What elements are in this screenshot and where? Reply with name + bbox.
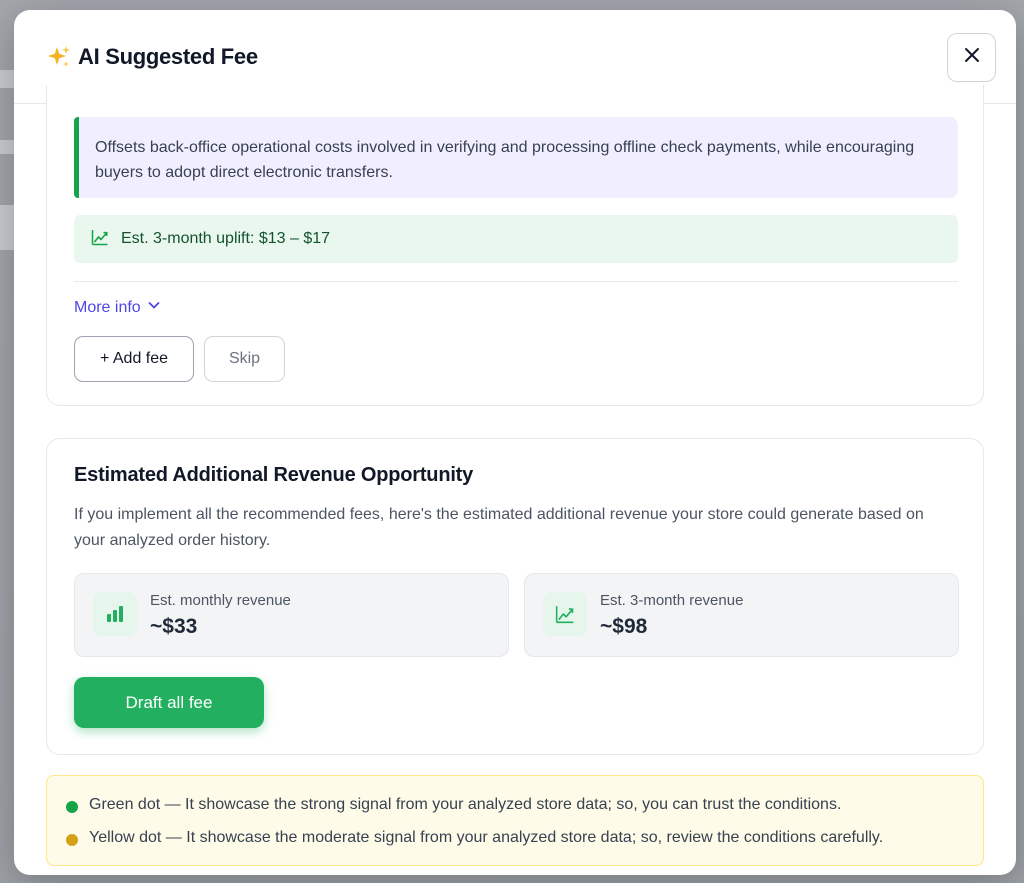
skip-button[interactable]: Skip (204, 336, 285, 382)
close-icon (964, 47, 980, 68)
legend-text: Yellow dot — It showcase the moderate si… (89, 829, 884, 846)
revenue-opportunity-card: Estimated Additional Revenue Opportunity… (46, 438, 984, 755)
uplift-banner: Est. 3-month uplift: $13 – $17 (74, 215, 958, 263)
uplift-text: Est. 3-month uplift: $13 – $17 (121, 230, 331, 247)
stat-value: ~$33 (150, 615, 198, 638)
fee-suggestion-card: Offsets back-office operational costs in… (46, 85, 984, 406)
sparkle-icon (46, 44, 72, 70)
legend-item-green: Green dot — It showcase the strong signa… (66, 794, 983, 816)
close-button[interactable] (947, 33, 996, 82)
yellow-dot-icon (66, 833, 78, 846)
more-info-label: More info (74, 298, 141, 316)
modal-title-group: AI Suggested Fee (46, 44, 258, 70)
trend-up-icon (91, 228, 109, 251)
monthly-revenue-stat: Est. monthly revenue ~$33 (74, 573, 509, 657)
stat-label: Est. 3-month revenue (600, 592, 744, 609)
signal-legend: Green dot — It showcase the strong signa… (46, 775, 984, 866)
revenue-subtitle: If you implement all the recommended fee… (74, 506, 924, 549)
more-info-toggle[interactable]: More info (74, 298, 161, 317)
revenue-title: Estimated Additional Revenue Opportunity (74, 464, 474, 486)
ai-suggested-fee-modal: AI Suggested Fee Offsets back-office ope… (14, 10, 1016, 875)
background-strip (0, 70, 14, 88)
legend-text: Green dot — It showcase the strong signa… (89, 796, 842, 813)
fee-description: Offsets back-office operational costs in… (74, 117, 958, 198)
divider (74, 281, 958, 282)
three-month-revenue-stat: Est. 3-month revenue ~$98 (524, 573, 959, 657)
bar-chart-icon (93, 592, 137, 636)
modal-title: AI Suggested Fee (78, 43, 258, 69)
draft-all-fee-button[interactable]: Draft all fee (74, 677, 264, 728)
add-fee-button[interactable]: + Add fee (74, 336, 194, 382)
background-strip (0, 205, 14, 250)
stat-value: ~$98 (600, 615, 648, 638)
stat-label: Est. monthly revenue (150, 592, 291, 609)
trend-up-icon (543, 592, 587, 636)
modal-body: Offsets back-office operational costs in… (14, 85, 1016, 875)
chevron-down-icon (147, 298, 161, 317)
legend-item-yellow: Yellow dot — It showcase the moderate si… (66, 827, 983, 849)
green-dot-icon (66, 800, 78, 813)
background-strip (0, 140, 14, 154)
